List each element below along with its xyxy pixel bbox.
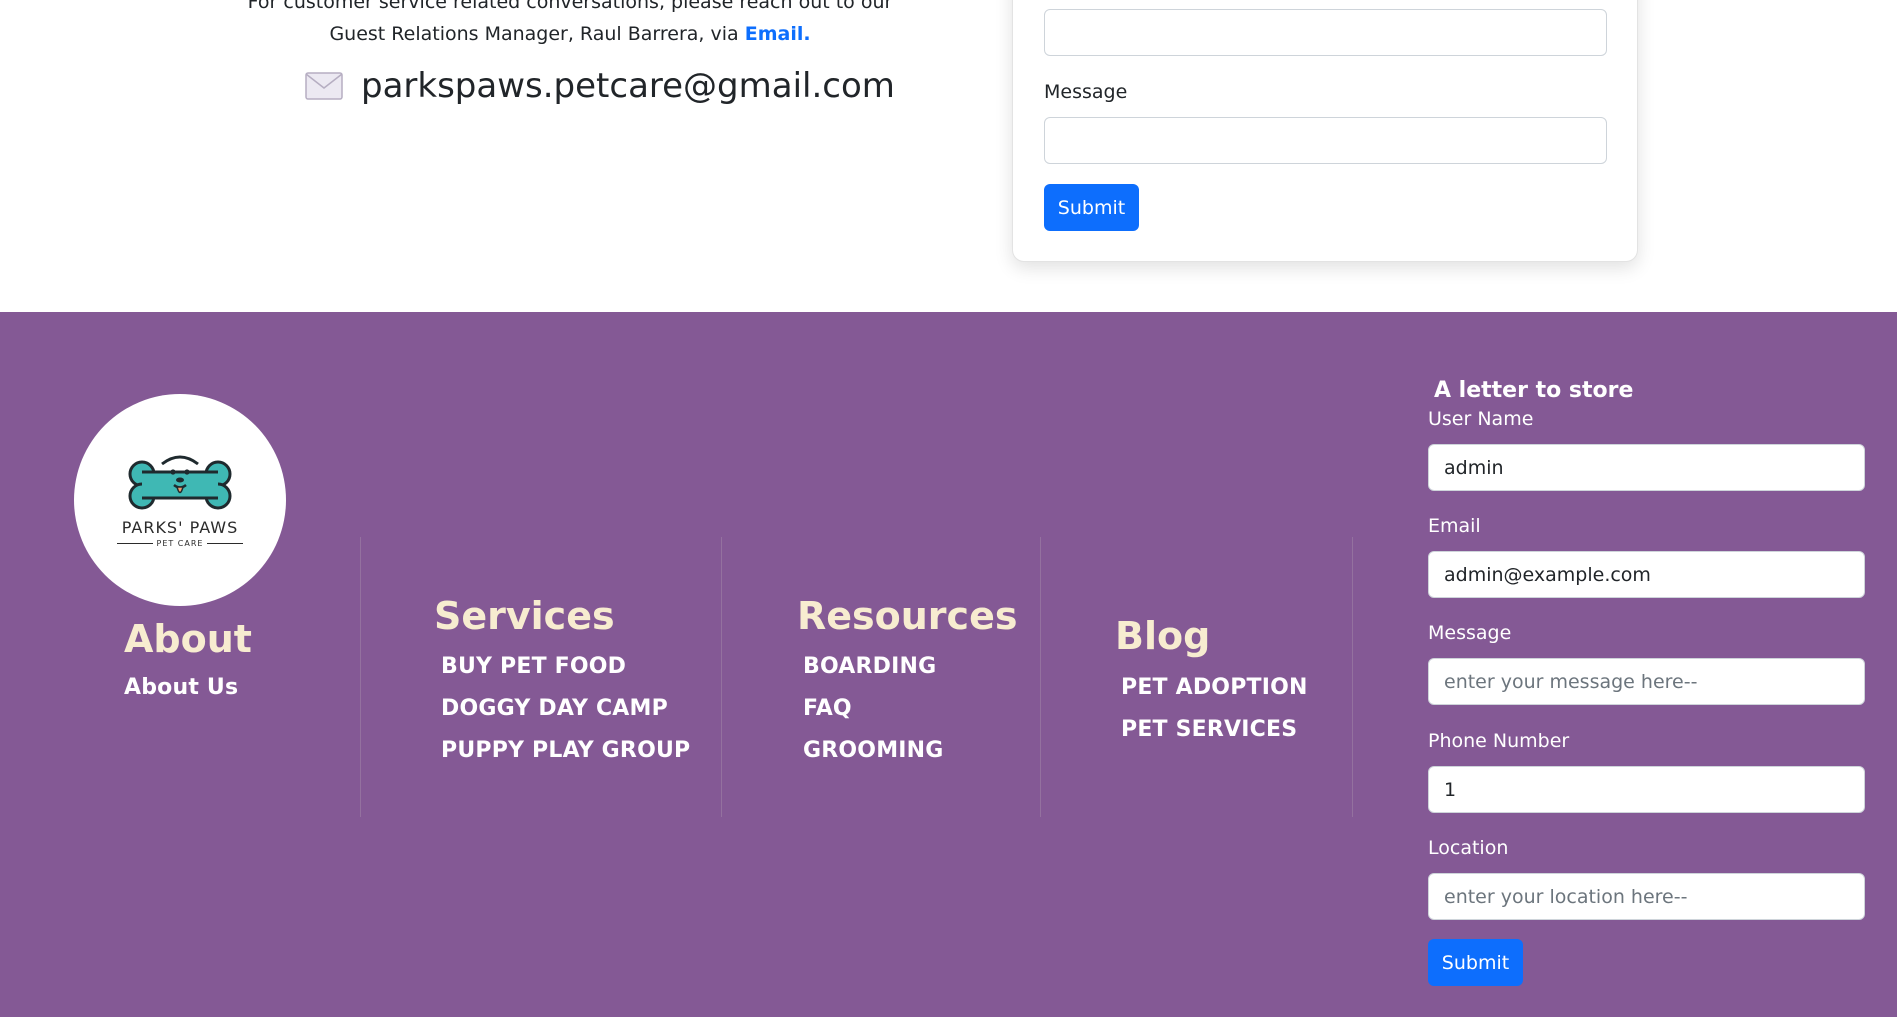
email-address: parkspaws.petcare@gmail.com xyxy=(361,66,895,106)
contact-text-line2-wrap: Guest Relations Manager, Raul Barrera, v… xyxy=(220,18,920,50)
footer-divider xyxy=(1040,537,1041,817)
boarding-link[interactable]: BOARDING xyxy=(803,654,936,679)
email-link[interactable]: Email. xyxy=(745,23,811,45)
dog-bone-logo-icon xyxy=(128,455,232,510)
footer-divider xyxy=(1352,537,1353,817)
doggy-day-camp-link[interactable]: DOGGY DAY CAMP xyxy=(441,696,668,721)
phone-label: Phone Number xyxy=(1428,730,1570,752)
letter-form-title: A letter to store xyxy=(1434,378,1634,403)
footer-divider xyxy=(360,537,361,817)
pet-services-link[interactable]: PET SERVICES xyxy=(1121,717,1297,742)
blog-heading: Blog xyxy=(1115,614,1211,658)
message-input[interactable]: enter your message here-- xyxy=(1428,658,1865,705)
footer-divider xyxy=(721,537,722,817)
footer-logo[interactable]: PARKS' PAWS PET CARE xyxy=(74,394,286,606)
email-input[interactable]: admin@example.com xyxy=(1428,551,1865,598)
contact-message-input[interactable] xyxy=(1044,117,1607,164)
grooming-link[interactable]: GROOMING xyxy=(803,738,944,763)
contact-text-line2: Guest Relations Manager, Raul Barrera, v… xyxy=(329,23,739,45)
logo-subtitle-text: PET CARE xyxy=(156,539,204,548)
message-label: Message xyxy=(1428,622,1512,644)
resources-heading: Resources xyxy=(797,594,1018,638)
location-label: Location xyxy=(1428,837,1509,859)
buy-pet-food-link[interactable]: BUY PET FOOD xyxy=(441,654,626,679)
contact-section: For customer service related conversatio… xyxy=(0,0,1897,312)
letter-submit-button[interactable]: Submit xyxy=(1428,939,1523,986)
logo-title: PARKS' PAWS xyxy=(121,518,239,537)
logo-subtitle-line-right xyxy=(207,543,244,544)
email-label: Email xyxy=(1428,515,1481,537)
logo-subtitle: PET CARE xyxy=(116,539,244,548)
contact-description: For customer service related conversatio… xyxy=(220,0,920,50)
contact-message-label: Message xyxy=(1044,81,1128,103)
about-us-link[interactable]: About Us xyxy=(124,675,238,700)
contact-form-field[interactable] xyxy=(1044,9,1607,56)
contact-text-line1: For customer service related conversatio… xyxy=(247,0,893,13)
envelope-icon xyxy=(305,72,343,100)
contact-submit-button[interactable]: Submit xyxy=(1044,184,1139,231)
services-heading: Services xyxy=(434,594,615,638)
username-input[interactable]: admin xyxy=(1428,444,1865,491)
faq-link[interactable]: FAQ xyxy=(803,696,852,721)
contact-form-card: Message Submit xyxy=(1012,0,1638,262)
logo-subtitle-line-left xyxy=(116,543,153,544)
footer: PARKS' PAWS PET CARE About About Us Serv… xyxy=(0,312,1897,1017)
phone-input[interactable]: 1 xyxy=(1428,766,1865,813)
email-row: parkspaws.petcare@gmail.com xyxy=(305,66,895,106)
username-label: User Name xyxy=(1428,408,1534,430)
location-input[interactable]: enter your location here-- xyxy=(1428,873,1865,920)
pet-adoption-link[interactable]: PET ADOPTION xyxy=(1121,675,1308,700)
about-heading: About xyxy=(124,617,252,661)
puppy-play-group-link[interactable]: PUPPY PLAY GROUP xyxy=(441,738,690,763)
